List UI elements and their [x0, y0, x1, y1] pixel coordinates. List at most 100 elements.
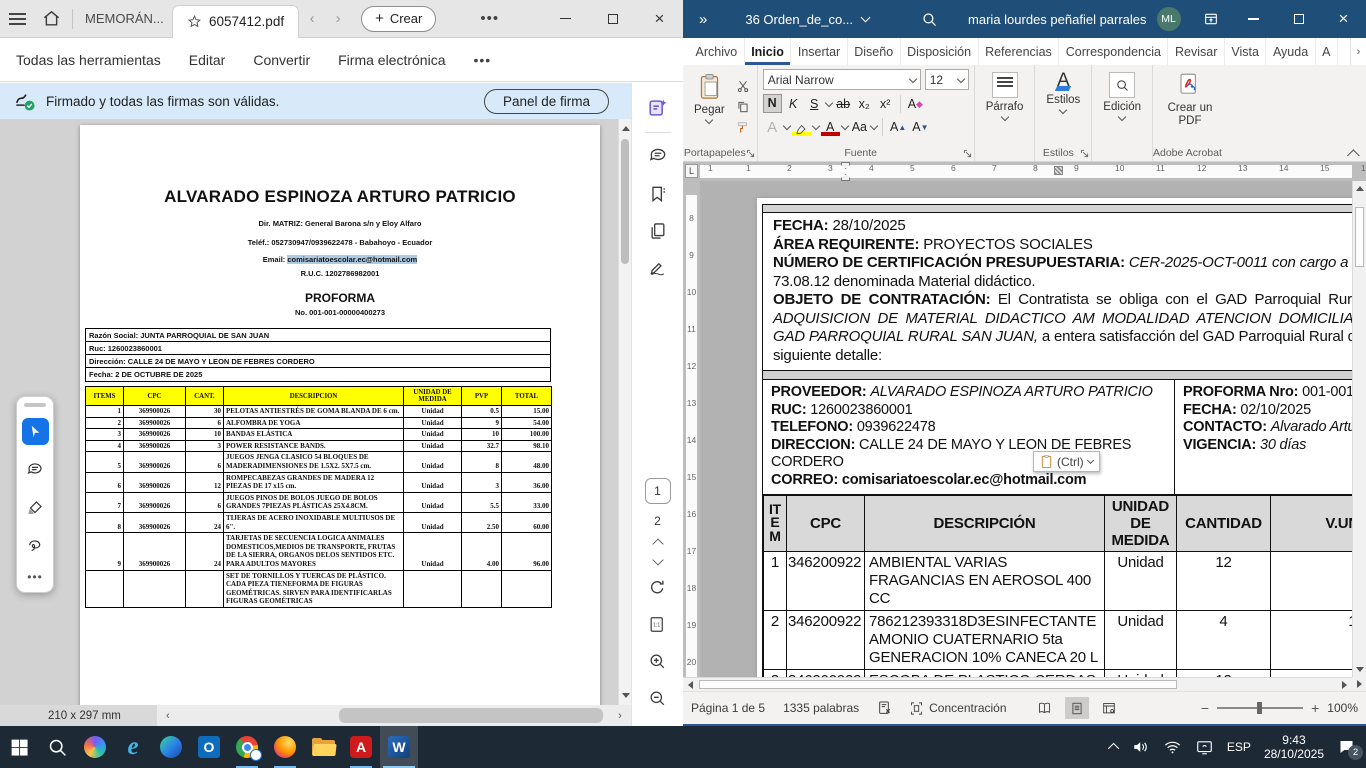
zoom-slider-thumb[interactable] — [1257, 702, 1262, 714]
spellcheck-button[interactable] — [877, 700, 893, 716]
taskbar-start-button[interactable] — [0, 726, 38, 768]
scroll-down-icon[interactable] — [1356, 667, 1364, 672]
language-indicator[interactable]: ESP — [1227, 740, 1251, 754]
scroll-right-icon[interactable]: › — [609, 710, 631, 722]
zoom-level[interactable]: 100% — [1327, 701, 1358, 715]
chevron-down-icon[interactable] — [824, 98, 832, 106]
font-color-button[interactable]: A — [821, 117, 840, 136]
focus-mode-button[interactable]: Concentración — [909, 701, 1006, 716]
scroll-down-icon[interactable] — [622, 693, 630, 698]
volume-icon[interactable] — [1132, 738, 1150, 756]
next-page-icon[interactable]: › — [325, 10, 351, 27]
menu-item[interactable]: Convertir — [253, 52, 310, 68]
highlight-color-button[interactable] — [792, 117, 811, 136]
minimize-button[interactable] — [542, 0, 589, 38]
highlight-tool-button[interactable] — [22, 494, 49, 521]
page-indicator[interactable]: Página 1 de 5 — [691, 701, 765, 715]
menubar-overflow-icon[interactable]: ••• — [474, 52, 492, 68]
tab-ayuda[interactable]: Ayuda — [1266, 38, 1315, 65]
clear-formatting-button[interactable]: A◆ — [906, 94, 925, 113]
copy-button[interactable] — [734, 99, 752, 115]
next-page-number[interactable]: 2 — [654, 514, 661, 528]
toolbar-drag-handle[interactable] — [24, 403, 46, 407]
clock[interactable]: 9:43 28/10/2025 — [1264, 733, 1324, 761]
pdf-horizontal-scrollbar[interactable] — [179, 705, 609, 726]
menu-item[interactable]: Editar — [189, 52, 226, 68]
underline-button[interactable]: S — [805, 94, 824, 113]
italic-button[interactable]: K — [784, 94, 803, 113]
taskbar-firefox-button[interactable] — [266, 726, 304, 768]
draw-tool-button[interactable] — [22, 532, 49, 559]
table-column-marker[interactable] — [1054, 166, 1063, 175]
tab-a[interactable]: A — [1316, 38, 1338, 65]
tab-selector[interactable]: L — [685, 164, 698, 178]
text-effects-button[interactable]: A — [763, 117, 782, 136]
more-tools-icon[interactable]: ••• — [27, 570, 43, 584]
tab-referencias[interactable]: Referencias — [979, 38, 1060, 65]
word-document-area[interactable]: FECHA: 28/10/2025ÁREA REQUIRENTE: PROYEC… — [700, 181, 1352, 677]
scroll-left-icon[interactable] — [688, 681, 693, 689]
taskbar-copilot-button[interactable] — [76, 726, 114, 768]
rotate-page-button[interactable] — [643, 572, 673, 602]
taskbar-word-button[interactable]: W — [380, 726, 418, 768]
prev-page-icon[interactable]: ‹ — [299, 10, 325, 27]
pages-panel-button[interactable] — [643, 216, 673, 246]
wifi-icon[interactable] — [1163, 738, 1182, 756]
notification-center-button[interactable]: 2 — [1337, 738, 1356, 756]
comments-panel-button[interactable] — [643, 142, 673, 172]
taskbar-outlook-button[interactable]: O — [190, 726, 228, 768]
scroll-up-icon[interactable] — [622, 126, 630, 131]
word-page[interactable]: FECHA: 28/10/2025ÁREA REQUIRENTE: PROYEC… — [757, 198, 1352, 677]
tab-inicio[interactable]: Inicio — [745, 38, 792, 65]
zoom-out-icon[interactable]: − — [1201, 700, 1209, 716]
tab-memorandum[interactable]: MEMORÁN... — [77, 11, 172, 26]
word-vertical-scrollbar[interactable] — [1352, 181, 1366, 677]
close-button[interactable]: × — [636, 0, 683, 38]
paste-button[interactable]: Pegar — [688, 69, 731, 144]
create-pdf-button[interactable]: Crear un PDF — [1158, 69, 1222, 144]
tab-overflow-icon[interactable]: › — [1350, 38, 1366, 65]
paste-options-button[interactable]: (Ctrl) — [1033, 451, 1100, 472]
font-name-select[interactable]: Arial Narrow — [763, 69, 921, 90]
tab-vista[interactable]: Vista — [1225, 38, 1267, 65]
word-count[interactable]: 1335 palabras — [783, 701, 859, 715]
taskbar-chrome-button[interactable] — [228, 726, 266, 768]
document-title[interactable]: 36 Orden_de_co... — [745, 12, 869, 27]
minimize-button[interactable] — [1231, 0, 1276, 38]
comment-tool-button[interactable] — [22, 456, 49, 483]
taskbar-explorer-button[interactable] — [304, 726, 342, 768]
dialog-launcher-icon[interactable] — [1080, 149, 1089, 158]
vertical-ruler[interactable]: 891011121314151617181920 — [683, 181, 700, 677]
user-name[interactable]: maria lourdes peñafiel parrales — [968, 12, 1146, 27]
superscript-button[interactable]: x² — [876, 94, 895, 113]
signatures-panel-button[interactable] — [643, 253, 673, 283]
strikethrough-button[interactable]: ab — [834, 94, 853, 113]
show-hidden-icons-icon[interactable] — [1108, 743, 1119, 754]
word-horizontal-scrollbar[interactable] — [683, 677, 1352, 691]
chevron-down-icon[interactable] — [811, 121, 819, 129]
more-options-icon[interactable]: ••• — [480, 10, 499, 27]
zoom-in-icon[interactable]: + — [1311, 700, 1319, 716]
styles-button[interactable]: A Estilos — [1040, 69, 1086, 144]
current-page-indicator[interactable]: 1 — [645, 478, 671, 504]
pdf-vertical-scrollbar[interactable] — [618, 119, 631, 705]
web-layout-button[interactable] — [1097, 697, 1121, 719]
print-layout-button[interactable] — [1065, 697, 1089, 719]
bold-button[interactable]: N — [763, 94, 782, 113]
tab-diseño[interactable]: Diseño — [848, 38, 901, 65]
select-tool-button[interactable] — [22, 418, 49, 445]
home-icon[interactable] — [34, 0, 68, 38]
tab-6057412-pdf[interactable]: 6057412.pdf — [172, 5, 299, 38]
ribbon-display-options-button[interactable] — [1203, 11, 1219, 27]
scrollbar-thumb[interactable] — [339, 708, 603, 723]
page-up-icon[interactable] — [652, 538, 663, 549]
horizontal-ruler[interactable]: L 112345678910111213141516 — [683, 162, 1366, 181]
menu-item[interactable]: Firma electrónica — [338, 52, 445, 68]
dialog-launcher-icon[interactable] — [963, 149, 972, 158]
taskbar-search-button[interactable] — [38, 726, 76, 768]
grow-font-button[interactable]: A▲ — [888, 117, 908, 136]
collapse-ribbon-icon[interactable] — [1347, 149, 1360, 162]
tab-disposición[interactable]: Disposición — [901, 38, 979, 65]
ai-assistant-button[interactable] — [643, 93, 673, 123]
menu-icon[interactable] — [0, 0, 34, 38]
